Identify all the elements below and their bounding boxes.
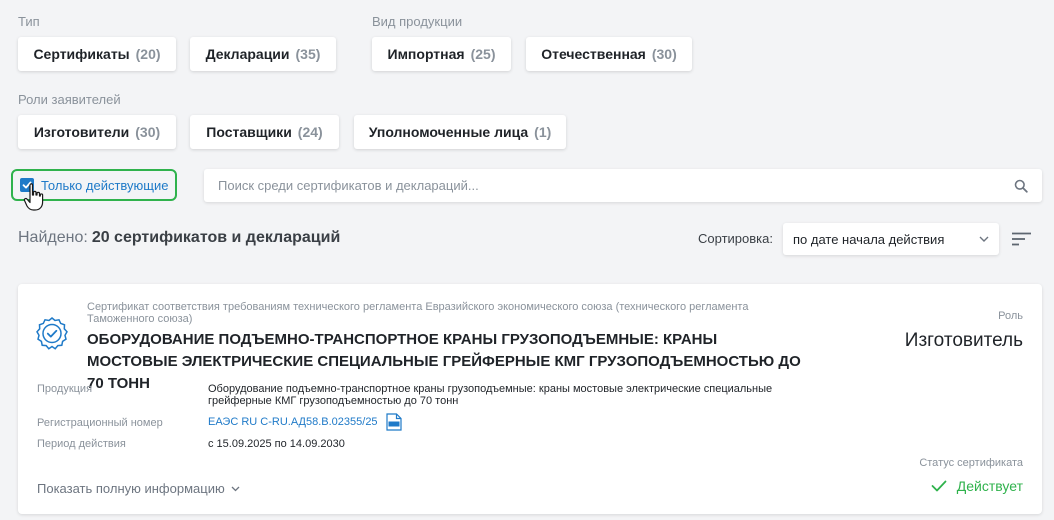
product-filter-label: Вид продукции [372, 14, 463, 29]
chip-label: Сертификаты [33, 46, 130, 62]
found-label: Найдено: [18, 229, 88, 246]
chip-count: (1) [534, 124, 552, 140]
pdf-icon[interactable] [385, 413, 402, 431]
chip-label: Уполномоченные лица [368, 124, 529, 140]
chip-label: Поставщики [206, 124, 292, 140]
period-value: с 15.09.2025 по 14.09.2030 [208, 438, 345, 450]
only-active-label: Только действующие [41, 177, 169, 193]
product-value: Оборудование подъемно-транспортное краны… [208, 383, 773, 407]
chip-count: (30) [135, 124, 161, 140]
chip-label: Декларации [205, 46, 290, 62]
found-value: 20 сертификатов и деклараций [91, 229, 341, 246]
sort-label: Сортировка: [698, 231, 773, 246]
certificate-card[interactable]: Сертификат соответствия требованиям техн… [18, 284, 1042, 514]
chip-count: (24) [297, 124, 323, 140]
chip-count: (30) [651, 46, 677, 62]
search-input[interactable] [218, 178, 1014, 193]
chevron-down-icon [979, 236, 989, 242]
cursor-hand-icon [23, 183, 44, 211]
reg-number-row: ЕАЭС RU C-RU.АД58.В.02355/25 [208, 413, 402, 431]
chip-label: Импортная [387, 46, 465, 62]
chip-label: Отечественная [541, 46, 646, 62]
status-badge: Действует [931, 478, 1023, 494]
show-more-button[interactable]: Показать полную информацию [37, 481, 240, 496]
certificate-badge-icon [36, 317, 68, 350]
chip-declarations[interactable]: Декларации (35) [190, 37, 336, 71]
sort-value: по дате начала действия [793, 231, 945, 247]
reg-number-link[interactable]: ЕАЭС RU C-RU.АД58.В.02355/25 [208, 413, 402, 431]
chip-label: Изготовители [33, 124, 130, 140]
chip-domestic[interactable]: Отечественная (30) [526, 37, 692, 71]
period-label: Период действия [37, 438, 126, 450]
search-icon[interactable] [1014, 179, 1028, 193]
sort-select[interactable]: по дате начала действия [783, 223, 999, 255]
status-value: Действует [956, 478, 1023, 494]
chevron-down-icon [231, 486, 240, 491]
results-count: Найдено: 20 сертификатов и деклараций [18, 229, 340, 247]
product-label: Продукция [37, 383, 93, 395]
chip-suppliers[interactable]: Поставщики (24) [190, 115, 339, 149]
status-label: Статус сертификата [919, 457, 1023, 469]
chip-manufacturers[interactable]: Изготовители (30) [18, 115, 176, 149]
type-filter-label: Тип [18, 14, 40, 29]
chip-authorized-persons[interactable]: Уполномоченные лица (1) [354, 115, 566, 149]
chip-count: (25) [470, 46, 496, 62]
roles-filter-label: Роли заявителей [18, 92, 121, 107]
status-check-icon [931, 480, 947, 492]
search-bar[interactable] [204, 169, 1042, 202]
chip-import[interactable]: Импортная (25) [372, 37, 511, 71]
reg-number-value: ЕАЭС RU C-RU.АД58.В.02355/25 [208, 416, 378, 428]
chip-count: (35) [295, 46, 321, 62]
role-label: Роль [998, 310, 1023, 322]
chip-certificates[interactable]: Сертификаты (20) [18, 37, 176, 71]
show-more-label: Показать полную информацию [37, 481, 225, 496]
chip-count: (20) [135, 46, 161, 62]
role-value: Изготовитель [904, 330, 1023, 351]
sort-icon[interactable] [1012, 232, 1031, 246]
certificate-subtitle: Сертификат соответствия требованиям техн… [87, 301, 749, 325]
reg-number-label: Регистрационный номер [37, 417, 163, 429]
